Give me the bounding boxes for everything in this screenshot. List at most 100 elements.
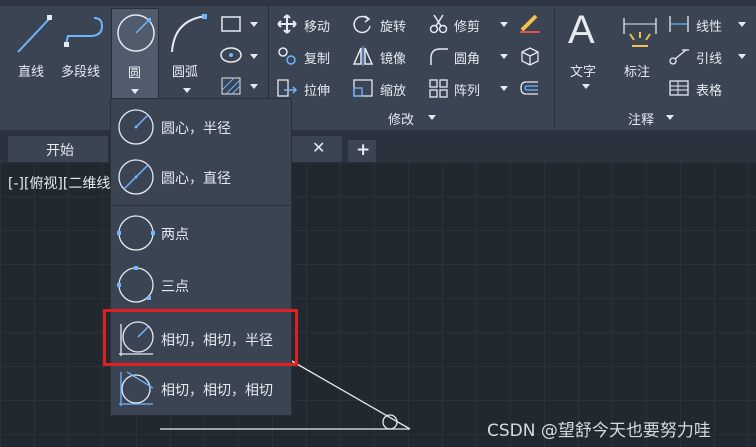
fillet-tool[interactable]: 圆角 [428, 44, 512, 68]
hatch-icon[interactable] [220, 76, 244, 96]
circle-ttt-icon [119, 371, 154, 406]
menu-separator [111, 205, 291, 206]
arc-label: 圆弧 [172, 65, 199, 80]
array-icon [429, 79, 448, 98]
table-tool[interactable]: 表格 [668, 76, 754, 100]
annotation-panel-arrow[interactable] [666, 115, 674, 120]
polyline-icon [64, 17, 104, 47]
menu-item-three-point[interactable]: 三点 [111, 259, 291, 311]
move-icon [277, 14, 297, 34]
tab-start[interactable]: 开始 [8, 136, 108, 162]
line-label: 直线 [18, 65, 45, 80]
menu-item-label: 圆心，半径 [161, 121, 231, 137]
copy-tool[interactable]: 复制 [276, 44, 346, 68]
menu-item-tan-tan-tan[interactable]: 相切，相切，相切 [111, 363, 291, 415]
panel-divider [554, 6, 555, 128]
circle-center-diameter-icon [118, 159, 154, 195]
plus-icon: + [356, 140, 371, 160]
csdn-watermark: CSDN @望舒今天也要努力哇 [487, 421, 711, 441]
menu-item-label: 圆心，直径 [161, 171, 231, 187]
arc-icon [171, 14, 207, 53]
menu-item-two-point[interactable]: 两点 [111, 207, 291, 259]
linear-dim-icon [669, 16, 689, 32]
circle-icon [117, 14, 155, 52]
leader-icon [669, 49, 689, 65]
linear-tool[interactable]: 线性 [668, 12, 754, 36]
3d-box-icon[interactable] [518, 44, 542, 66]
hatch-dropdown-arrow[interactable] [250, 84, 258, 89]
mirror-icon [352, 46, 374, 66]
circle-3point-icon [117, 266, 154, 303]
circle-tool[interactable]: 圆 [111, 8, 159, 100]
move-tool[interactable]: 移动 [276, 12, 346, 36]
fillet-label: 圆角 [454, 52, 481, 67]
copy-icon [278, 47, 296, 65]
table-icon [669, 80, 689, 96]
trim-tool[interactable]: 修剪 [428, 12, 512, 36]
rotate-icon [353, 15, 371, 34]
linear-dropdown-arrow[interactable] [738, 22, 746, 27]
copy-label: 复制 [304, 52, 331, 67]
leader-dropdown-arrow[interactable] [738, 54, 746, 59]
leader-tool[interactable]: 引线 [668, 44, 754, 68]
rectangle-dropdown-arrow[interactable] [250, 22, 258, 27]
fillet-dropdown-arrow[interactable] [500, 54, 508, 59]
scale-label: 缩放 [380, 84, 407, 99]
annotation-panel-title: 注释 [628, 113, 655, 128]
text-a-icon: A [568, 8, 595, 52]
arc-tool[interactable]: 圆弧 [160, 8, 214, 93]
stretch-label: 拉伸 [304, 84, 331, 99]
menu-item-label: 相切，相切，相切 [161, 383, 273, 399]
array-dropdown-arrow[interactable] [500, 86, 508, 91]
dimension-icon [623, 18, 657, 47]
modify-panel-arrow[interactable] [428, 115, 436, 120]
text-dropdown-arrow[interactable] [582, 84, 590, 89]
mirror-tool[interactable]: 镜像 [352, 44, 422, 68]
mirror-label: 镜像 [380, 52, 407, 67]
line-tool[interactable]: 直线 [8, 8, 58, 92]
rotate-label: 旋转 [380, 20, 407, 35]
linear-label: 线性 [696, 20, 723, 35]
stretch-tool[interactable]: 拉伸 [276, 76, 346, 100]
table-label: 表格 [696, 84, 723, 99]
menu-item-label: 两点 [161, 227, 189, 243]
tab-close-icon[interactable]: ✕ [312, 138, 325, 157]
trim-label: 修剪 [454, 20, 481, 35]
new-tab-button[interactable]: + [348, 140, 376, 162]
offset-icon[interactable] [518, 78, 542, 98]
arc-dropdown-arrow[interactable] [183, 88, 191, 93]
polyline-tool[interactable]: 多段线 [58, 8, 110, 92]
ribbon-tab-strip [0, 0, 756, 6]
erase-icon[interactable] [518, 12, 542, 34]
highlight-box [103, 309, 298, 366]
leader-label: 引线 [696, 52, 723, 67]
modify-panel-title: 修改 [388, 113, 415, 128]
menu-item-center-radius[interactable]: 圆心，半径 [111, 101, 291, 153]
rectangle-icon[interactable] [220, 14, 244, 34]
array-tool[interactable]: 阵列 [428, 76, 512, 100]
dimension-label: 标注 [624, 65, 651, 80]
circle-dropdown-arrow[interactable] [131, 89, 139, 94]
circle-center-radius-icon [118, 109, 154, 145]
text-label: 文字 [570, 65, 597, 80]
polyline-label: 多段线 [61, 65, 101, 80]
trim-dropdown-arrow[interactable] [500, 22, 508, 27]
scissors-icon [429, 14, 448, 34]
rotate-tool[interactable]: 旋转 [352, 12, 422, 36]
dimension-tool[interactable]: 标注 [616, 8, 664, 92]
array-label: 阵列 [454, 84, 481, 99]
menu-item-center-diameter[interactable]: 圆心，直径 [111, 151, 291, 203]
circle-2point-icon [117, 215, 155, 251]
ellipse-dropdown-arrow[interactable] [250, 54, 258, 59]
fillet-icon [430, 48, 448, 65]
circle-dropdown-menu: 圆心，半径 圆心，直径 两点 三点 相切，相切，半径 相切，相切，相切 [110, 98, 292, 416]
tab-drawing[interactable]: ✕ [290, 136, 342, 162]
tab-start-label: 开始 [46, 143, 74, 159]
text-tool[interactable]: A 文字 [562, 8, 610, 98]
ellipse-icon[interactable] [220, 45, 244, 65]
line-icon [17, 15, 52, 53]
stretch-icon [277, 79, 298, 97]
circle-label: 圆 [128, 66, 142, 81]
scale-tool[interactable]: 缩放 [352, 76, 422, 100]
menu-item-label: 三点 [161, 279, 189, 295]
